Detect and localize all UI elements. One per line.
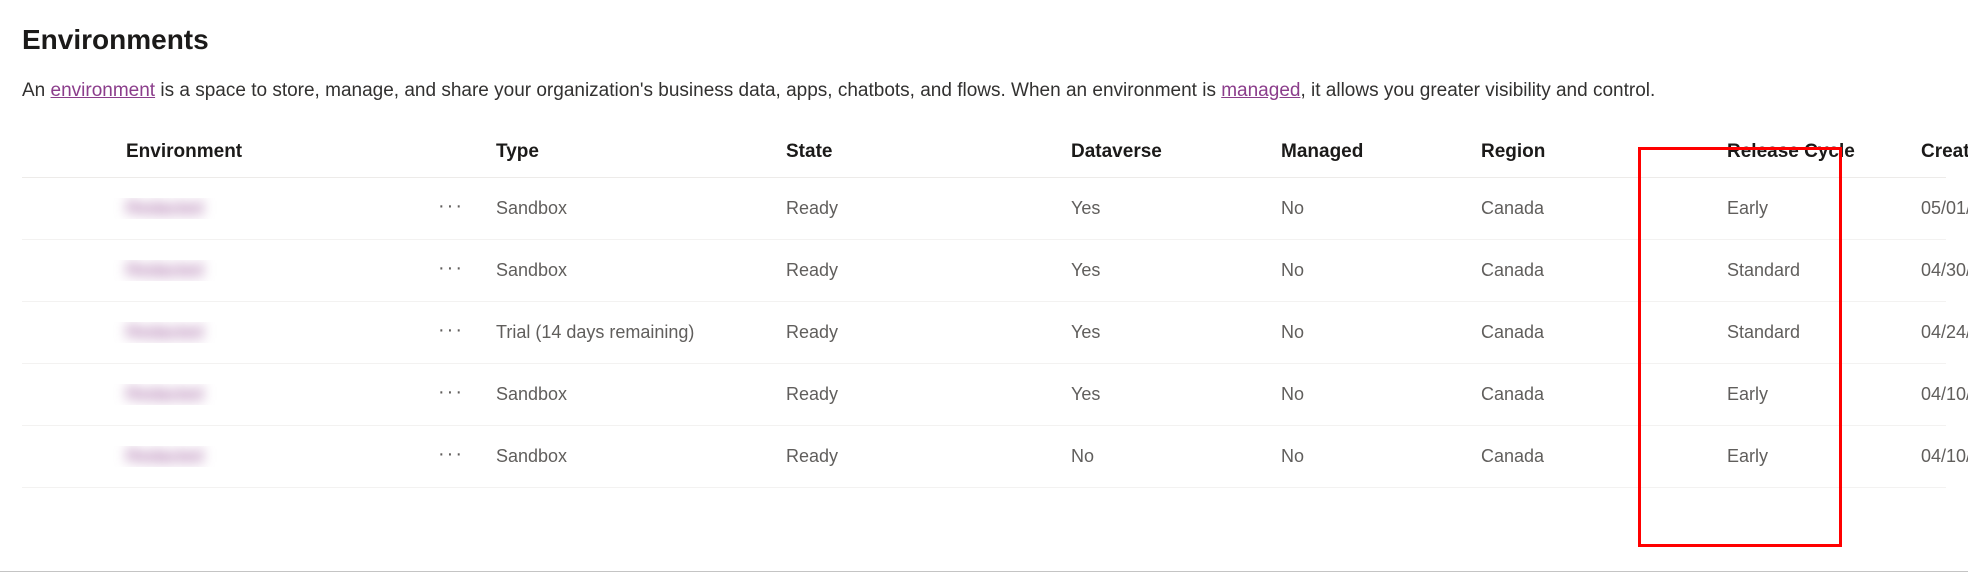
col-header-created-on[interactable]: Created on ↓ — [1891, 141, 1968, 163]
table-row[interactable]: Redacted ··· Trial (14 days remaining) R… — [22, 302, 1946, 364]
cell-created-on: 04/30/2024 1:26 PM — [1891, 260, 1968, 281]
cell-managed: No — [1281, 322, 1481, 343]
row-more-icon[interactable]: ··· — [437, 442, 465, 470]
cell-dataverse: Yes — [1071, 322, 1281, 343]
cell-type: Sandbox — [496, 384, 786, 405]
cell-managed: No — [1281, 384, 1481, 405]
cell-type: Sandbox — [496, 446, 786, 467]
cell-state: Ready — [786, 260, 1071, 281]
cell-state: Ready — [786, 446, 1071, 467]
cell-region: Canada — [1481, 384, 1691, 405]
cell-state: Ready — [786, 322, 1071, 343]
page-title: Environments — [22, 24, 1946, 56]
col-header-dataverse[interactable]: Dataverse — [1071, 141, 1281, 163]
desc-text-mid: is a space to store, manage, and share y… — [155, 80, 1221, 101]
cell-created-on: 04/24/2024 2:05 PM — [1891, 322, 1968, 343]
cell-type: Trial (14 days remaining) — [496, 322, 786, 343]
cell-managed: No — [1281, 446, 1481, 467]
col-header-state[interactable]: State — [786, 141, 1071, 163]
cell-dataverse: Yes — [1071, 260, 1281, 281]
environment-name-blurred[interactable]: Redacted — [126, 384, 203, 405]
col-header-environment[interactable]: Environment — [106, 141, 406, 163]
bottom-divider — [0, 571, 1968, 572]
col-header-release-cycle[interactable]: Release Cycle — [1691, 141, 1891, 163]
row-more-icon[interactable]: ··· — [437, 256, 465, 284]
cell-release-cycle: Standard — [1691, 260, 1891, 281]
table-row[interactable]: Redacted ··· Sandbox Ready Yes No Canada… — [22, 364, 1946, 426]
cell-type: Sandbox — [496, 260, 786, 281]
desc-text-post: , it allows you greater visibility and c… — [1300, 80, 1655, 101]
col-header-managed[interactable]: Managed — [1281, 141, 1481, 163]
cell-managed: No — [1281, 198, 1481, 219]
cell-region: Canada — [1481, 260, 1691, 281]
table-row[interactable]: Redacted ··· Sandbox Ready Yes No Canada… — [22, 178, 1946, 240]
cell-created-on: 04/10/2024 4:29 PM — [1891, 446, 1968, 467]
cell-region: Canada — [1481, 322, 1691, 343]
col-header-type[interactable]: Type — [496, 141, 786, 163]
cell-region: Canada — [1481, 446, 1691, 467]
cell-created-on: 04/10/2024 4:42 PM — [1891, 384, 1968, 405]
row-more-icon[interactable]: ··· — [437, 194, 465, 222]
cell-state: Ready — [786, 384, 1071, 405]
cell-state: Ready — [786, 198, 1071, 219]
cell-managed: No — [1281, 260, 1481, 281]
environment-name-blurred[interactable]: Redacted — [126, 322, 203, 343]
col-header-region[interactable]: Region — [1481, 141, 1691, 163]
cell-dataverse: No — [1071, 446, 1281, 467]
row-more-icon[interactable]: ··· — [437, 318, 465, 346]
cell-release-cycle: Early — [1691, 198, 1891, 219]
created-on-label: Created on — [1921, 141, 1968, 162]
table-row[interactable]: Redacted ··· Sandbox Ready Yes No Canada… — [22, 240, 1946, 302]
environment-link[interactable]: environment — [51, 80, 156, 101]
cell-release-cycle: Early — [1691, 446, 1891, 467]
page-description: An environment is a space to store, mana… — [22, 78, 1946, 105]
managed-link[interactable]: managed — [1221, 80, 1300, 101]
desc-text-pre: An — [22, 80, 51, 101]
environment-name-blurred[interactable]: Redacted — [126, 446, 203, 467]
cell-release-cycle: Early — [1691, 384, 1891, 405]
environment-name-blurred[interactable]: Redacted — [126, 198, 203, 219]
cell-created-on: 05/01/2024 2:20 PM — [1891, 198, 1968, 219]
cell-dataverse: Yes — [1071, 198, 1281, 219]
table-header-row: Environment Type State Dataverse Managed… — [22, 141, 1946, 178]
cell-region: Canada — [1481, 198, 1691, 219]
environments-table: Environment Type State Dataverse Managed… — [22, 141, 1946, 488]
environment-name-blurred[interactable]: Redacted — [126, 260, 203, 281]
cell-type: Sandbox — [496, 198, 786, 219]
row-more-icon[interactable]: ··· — [437, 380, 465, 408]
cell-release-cycle: Standard — [1691, 322, 1891, 343]
cell-dataverse: Yes — [1071, 384, 1281, 405]
table-row[interactable]: Redacted ··· Sandbox Ready No No Canada … — [22, 426, 1946, 488]
